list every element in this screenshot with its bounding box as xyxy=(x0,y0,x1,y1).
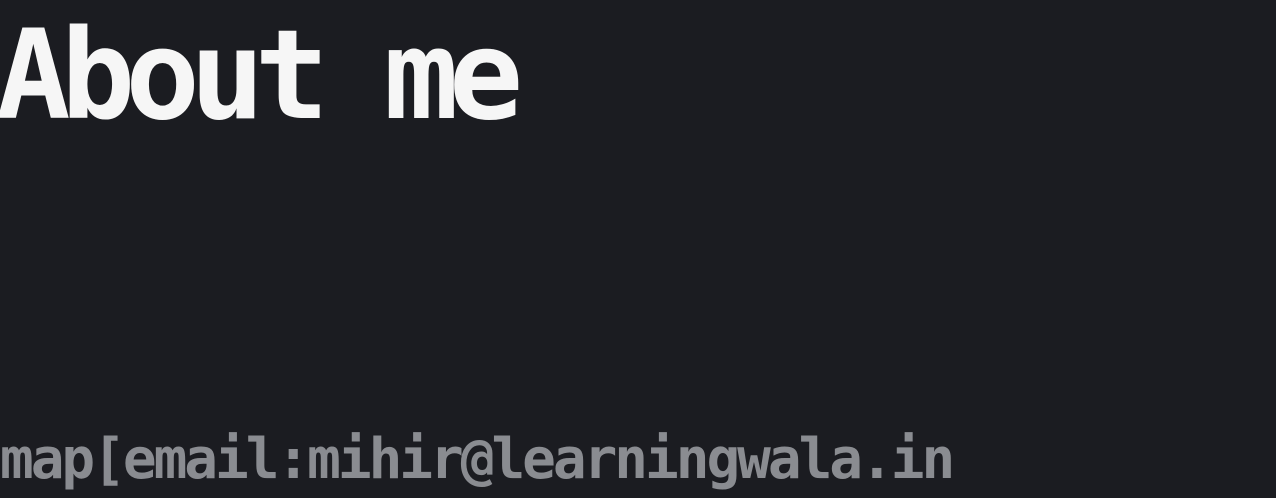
email-map-text: map[email:mihir@learningwala.in xyxy=(0,427,955,492)
about-page: About me map[email:mihir@learningwala.in xyxy=(0,0,1276,498)
page-title: About me xyxy=(0,4,523,148)
